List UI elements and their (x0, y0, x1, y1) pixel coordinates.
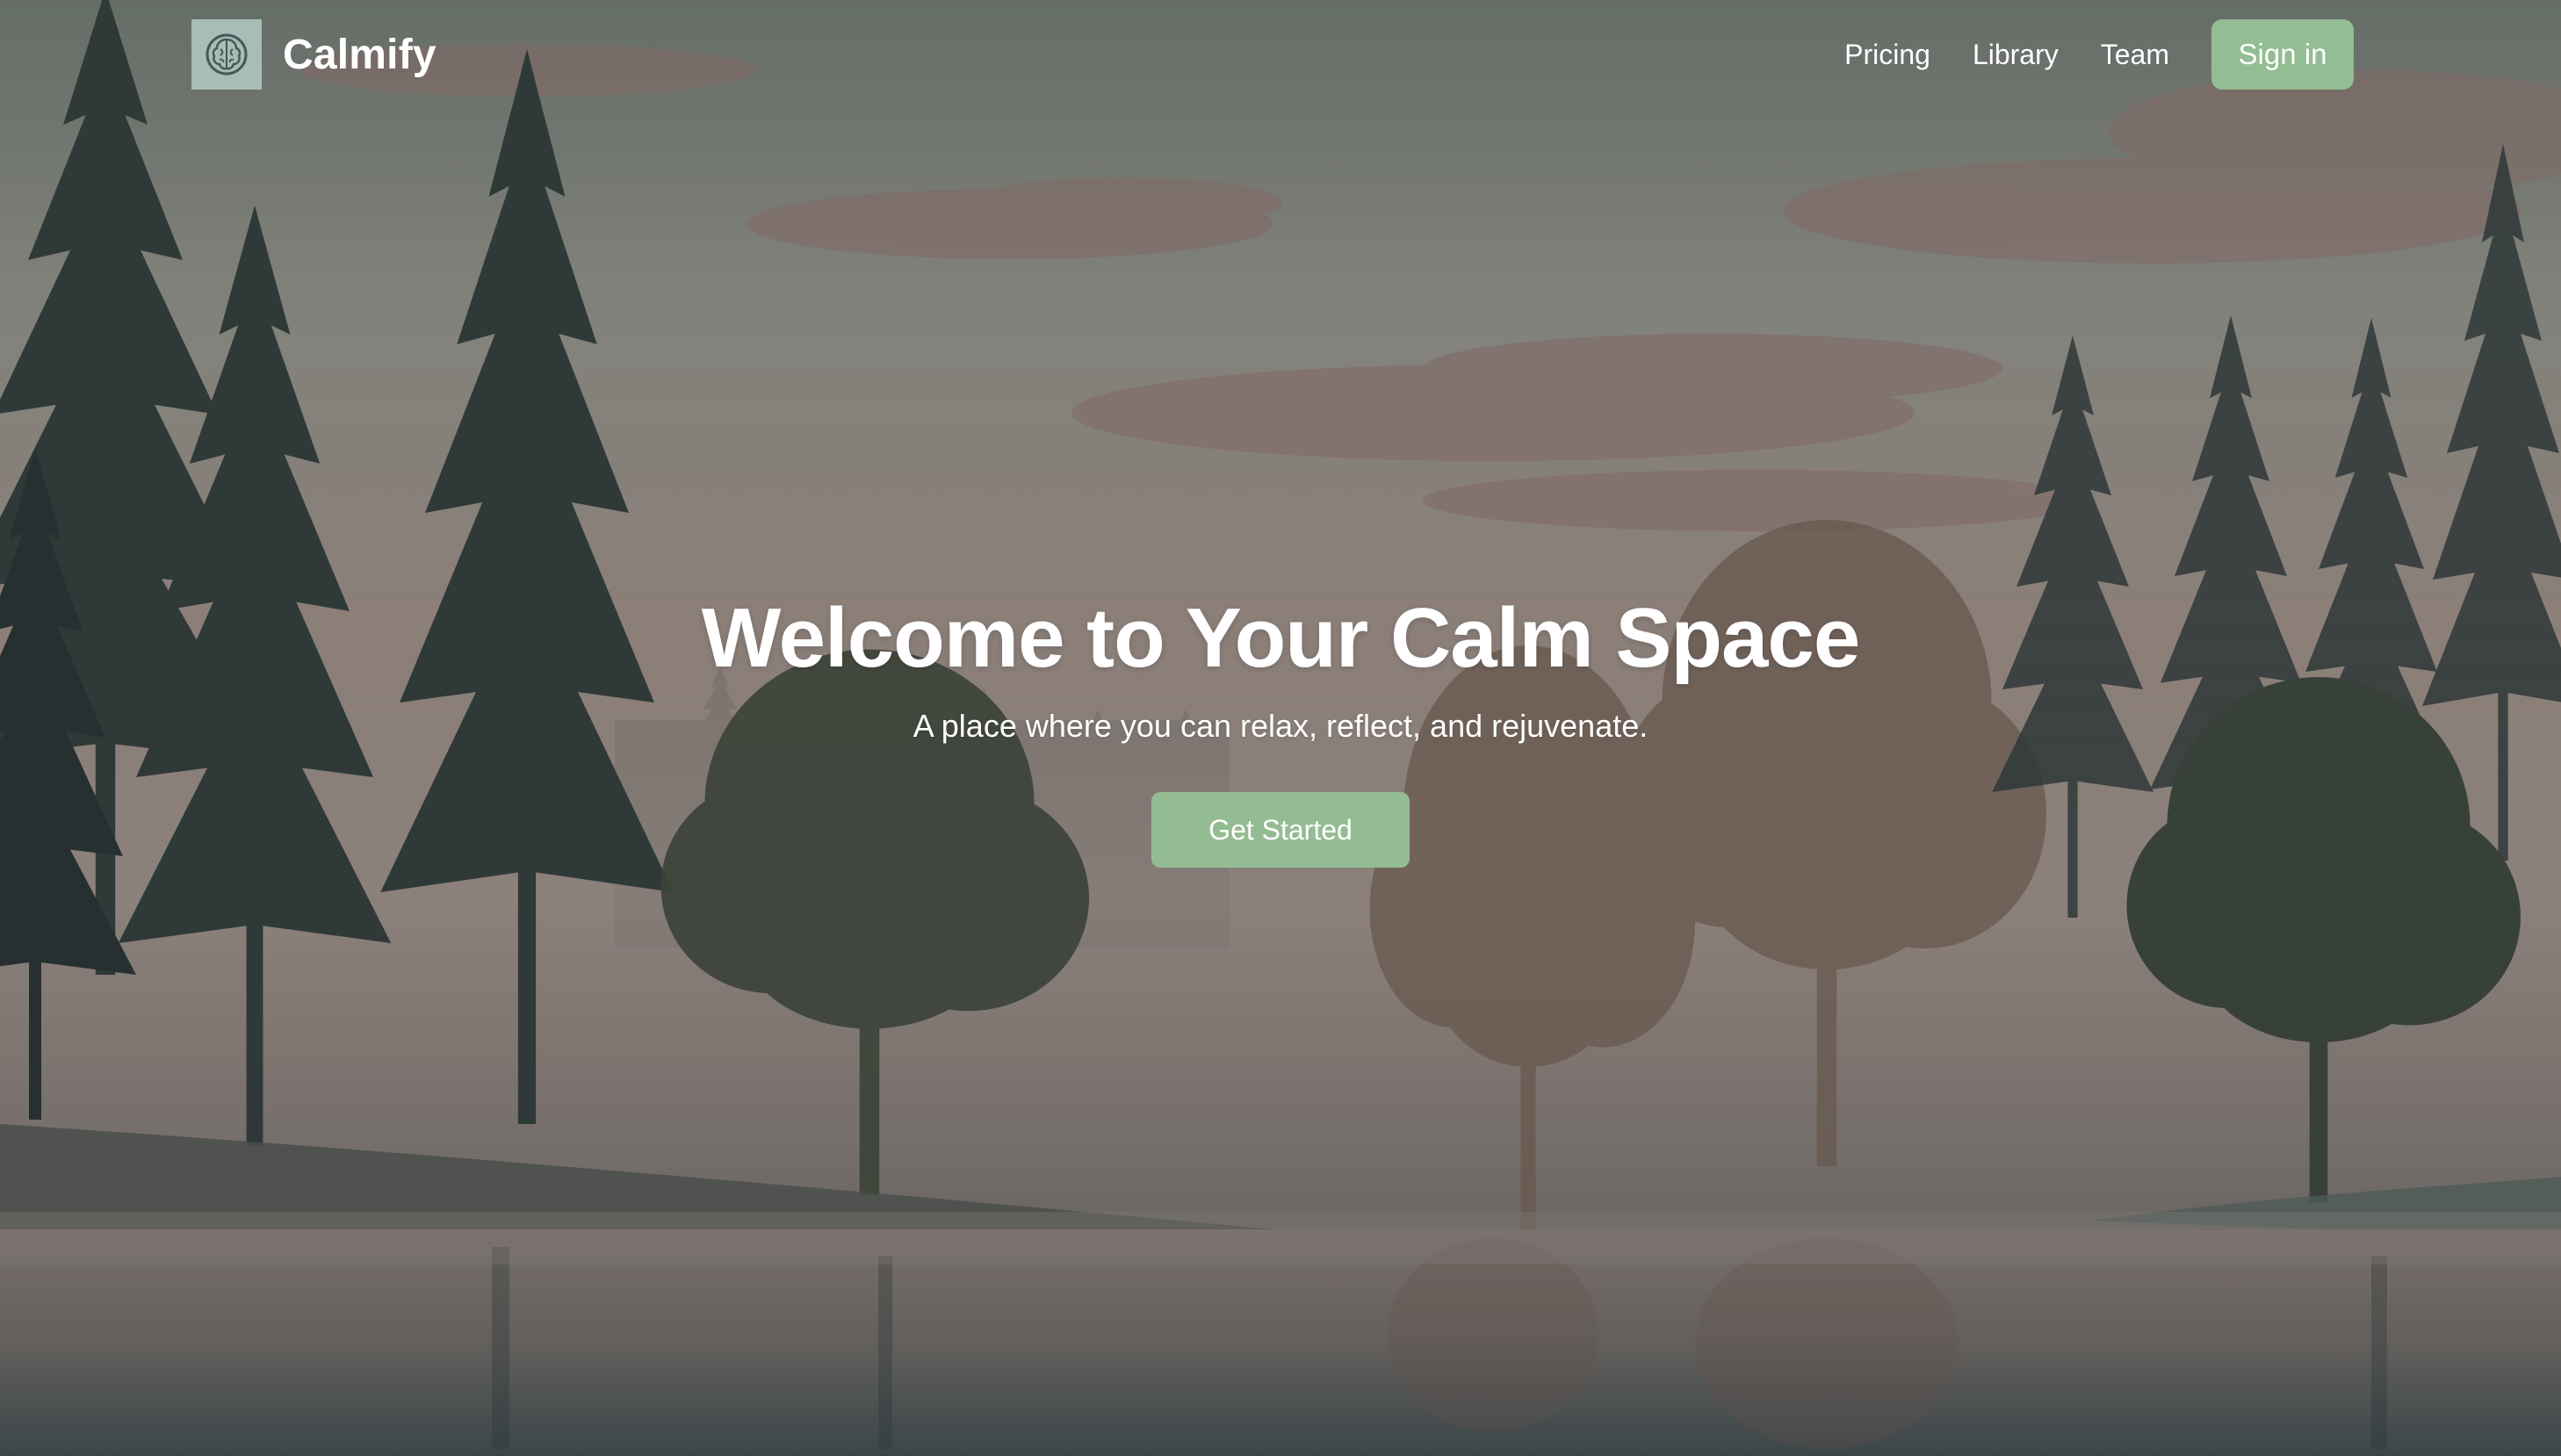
nav-links: Pricing Library Team Sign in (1802, 19, 2354, 90)
nav-link-library[interactable]: Library (1973, 39, 2059, 71)
hero-title: Welcome to Your Calm Space (701, 591, 1860, 685)
hero-subtitle: A place where you can relax, reflect, an… (913, 708, 1648, 744)
get-started-button[interactable]: Get Started (1151, 792, 1410, 868)
cta-wrap: Get Started (0, 792, 2561, 868)
brand-name: Calmify (283, 31, 436, 78)
nav-link-team[interactable]: Team (2101, 39, 2169, 71)
nav-link-pricing[interactable]: Pricing (1844, 39, 1930, 71)
landing-page: Calmify Pricing Library Team Sign in Wel… (0, 0, 2561, 1456)
signin-button[interactable]: Sign in (2211, 19, 2354, 90)
navbar: Calmify Pricing Library Team Sign in (0, 0, 2561, 111)
brand[interactable]: Calmify (191, 19, 436, 90)
brain-icon (191, 19, 262, 90)
hero: Welcome to Your Calm Space A place where… (0, 590, 2561, 868)
